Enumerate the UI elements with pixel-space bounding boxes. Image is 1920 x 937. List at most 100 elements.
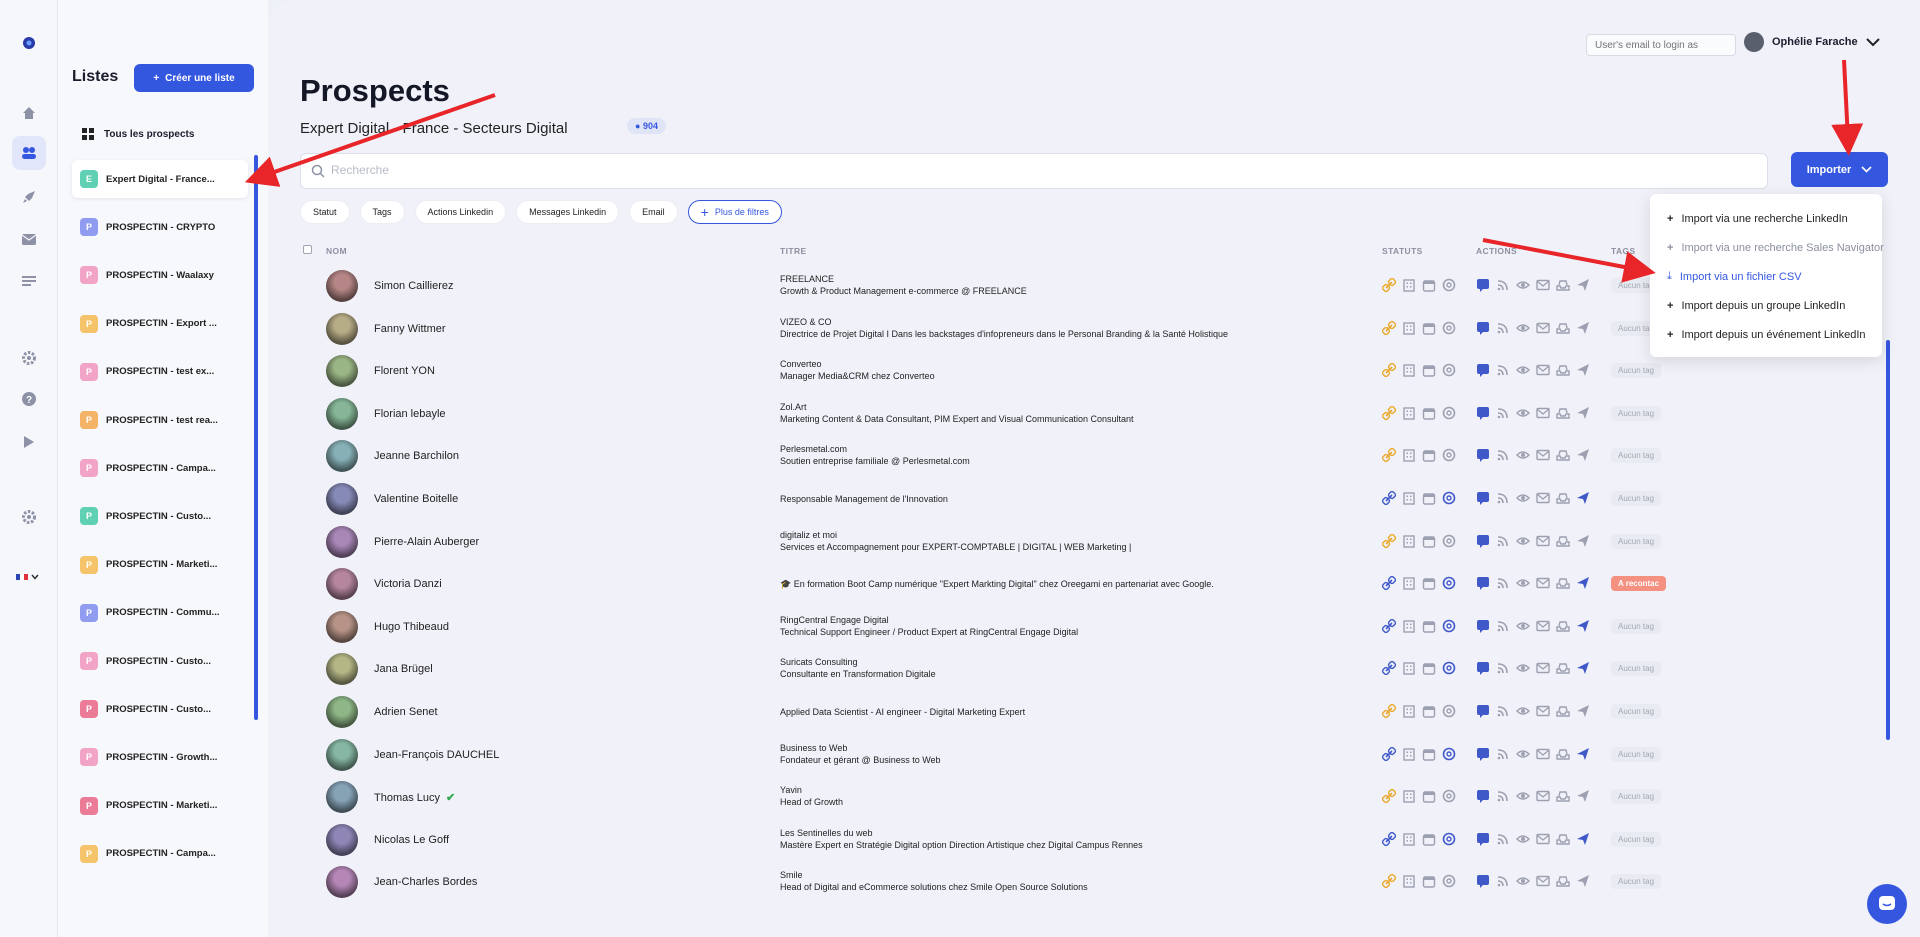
company-icon[interactable] (1402, 363, 1416, 377)
column-name[interactable]: NOM (326, 246, 347, 256)
visit-icon[interactable] (1516, 278, 1530, 292)
email-at-icon[interactable] (1442, 576, 1456, 590)
table-row[interactable]: Thomas Lucy ✔ Yavin Head of Growth Aucun tag (300, 776, 1670, 818)
follow-icon[interactable] (1496, 448, 1510, 462)
message-icon[interactable] (1476, 278, 1490, 292)
follow-icon[interactable] (1496, 747, 1510, 761)
send-icon[interactable] (1576, 789, 1590, 803)
select-all-checkbox[interactable] (303, 245, 312, 254)
calendar-icon[interactable] (1422, 789, 1436, 803)
table-row[interactable]: Nicolas Le Goff Les Sentinelles du web Mas… (300, 819, 1670, 861)
list-item[interactable]: P PROSPECTIN - Custo... (72, 690, 248, 728)
import-button[interactable]: Importer (1791, 152, 1888, 187)
email-at-icon[interactable] (1442, 321, 1456, 335)
tag-badge[interactable]: Aucun tag (1611, 746, 1662, 762)
email-at-icon[interactable] (1442, 491, 1456, 505)
inbox-icon[interactable] (1556, 534, 1570, 548)
company-icon[interactable] (1402, 278, 1416, 292)
inbox-icon[interactable] (1556, 363, 1570, 377)
send-icon[interactable] (1576, 363, 1590, 377)
calendar-icon[interactable] (1422, 747, 1436, 761)
send-icon[interactable] (1576, 278, 1590, 292)
prospect-name[interactable]: Thomas Lucy ✔ (374, 791, 455, 804)
prospect-name[interactable]: Florian lebayle (374, 408, 446, 420)
link-icon[interactable] (1382, 831, 1396, 846)
follow-icon[interactable] (1496, 619, 1510, 633)
calendar-icon[interactable] (1422, 534, 1436, 548)
visit-icon[interactable] (1516, 832, 1530, 846)
email-at-icon[interactable] (1442, 278, 1456, 292)
follow-icon[interactable] (1496, 321, 1510, 335)
visit-icon[interactable] (1516, 661, 1530, 675)
filter-linkedin-actions[interactable]: Actions Linkedin (414, 200, 507, 224)
calendar-icon[interactable] (1422, 363, 1436, 377)
prospect-name[interactable]: Pierre-Alain Auberger (374, 536, 479, 548)
follow-icon[interactable] (1496, 363, 1510, 377)
table-row[interactable]: Fanny Wittmer VIZEO & CO Directrice de Pro… (300, 308, 1670, 350)
link-icon[interactable] (1382, 874, 1396, 889)
send-icon[interactable] (1576, 832, 1590, 846)
visit-icon[interactable] (1516, 619, 1530, 633)
follow-icon[interactable] (1496, 874, 1510, 888)
table-scrollbar[interactable] (1886, 340, 1890, 740)
settings-icon[interactable] (18, 506, 40, 528)
login-as-input[interactable] (1586, 34, 1736, 56)
visit-icon[interactable] (1516, 406, 1530, 420)
logo-icon[interactable] (18, 32, 40, 54)
inbox-icon[interactable] (1556, 448, 1570, 462)
calendar-icon[interactable] (1422, 832, 1436, 846)
follow-icon[interactable] (1496, 278, 1510, 292)
column-tags[interactable]: TAGS (1611, 246, 1636, 256)
link-icon[interactable] (1382, 405, 1396, 420)
list-item[interactable]: P PROSPECTIN - Export ... (72, 305, 248, 343)
gear-icon[interactable] (18, 347, 40, 369)
table-row[interactable]: Victoria Danzi 🎓 En formation Boot Camp n… (300, 563, 1670, 605)
follow-icon[interactable] (1496, 704, 1510, 718)
prospect-name[interactable]: Hugo Thibeaud (374, 621, 449, 633)
email-at-icon[interactable] (1442, 534, 1456, 548)
list-item[interactable]: P PROSPECTIN - Custo... (72, 497, 248, 535)
send-icon[interactable] (1576, 747, 1590, 761)
visit-icon[interactable] (1516, 704, 1530, 718)
more-filters-button[interactable]: + Plus de filtres (687, 200, 782, 224)
column-actions[interactable]: ACTIONS (1476, 246, 1517, 256)
inbox-icon[interactable] (1556, 661, 1570, 675)
company-icon[interactable] (1402, 576, 1416, 590)
send-icon[interactable] (1576, 491, 1590, 505)
tag-badge[interactable]: Aucun tag (1611, 491, 1662, 506)
inbox-icon[interactable] (1556, 619, 1570, 633)
send-icon[interactable] (1576, 704, 1590, 718)
message-icon[interactable] (1476, 363, 1490, 378)
email-at-icon[interactable] (1442, 661, 1456, 675)
prospect-name[interactable]: Adrien Senet (374, 706, 438, 718)
email-at-icon[interactable] (1442, 874, 1456, 888)
calendar-icon[interactable] (1422, 661, 1436, 676)
follow-icon[interactable] (1496, 534, 1510, 548)
tag-badge[interactable]: A recontac (1611, 576, 1667, 592)
all-prospects-link[interactable]: Tous les prospects (82, 128, 194, 140)
link-icon[interactable] (1382, 661, 1396, 676)
column-status[interactable]: STATUTS (1382, 246, 1423, 256)
link-icon[interactable] (1382, 789, 1396, 804)
envelope-icon[interactable] (1536, 789, 1550, 803)
tag-badge[interactable]: Aucun tag (1611, 831, 1662, 847)
inbox-icon[interactable] (1556, 576, 1570, 590)
prospect-name[interactable]: Nicolas Le Goff (374, 834, 449, 846)
email-at-icon[interactable] (1442, 363, 1456, 377)
envelope-icon[interactable] (1536, 874, 1550, 888)
search-bar[interactable] (300, 153, 1768, 189)
visit-icon[interactable] (1516, 747, 1530, 761)
list-item[interactable]: E Expert Digital - France... (72, 160, 248, 198)
company-icon[interactable] (1402, 406, 1416, 420)
prospect-name[interactable]: Valentine Boitelle (374, 493, 458, 505)
list-item[interactable]: P PROSPECTIN - Campa... (72, 449, 248, 487)
inbox-icon[interactable] (1556, 278, 1570, 292)
table-row[interactable]: Florent YON Converteo Manager Media&CRM ch… (300, 350, 1670, 392)
follow-icon[interactable] (1496, 491, 1510, 505)
envelope-icon[interactable] (1536, 406, 1550, 420)
filter-linkedin-messages[interactable]: Messages Linkedin (516, 200, 620, 224)
link-icon[interactable] (1382, 704, 1396, 718)
visit-icon[interactable] (1516, 874, 1530, 888)
message-icon[interactable] (1476, 406, 1490, 420)
company-icon[interactable] (1402, 704, 1416, 718)
